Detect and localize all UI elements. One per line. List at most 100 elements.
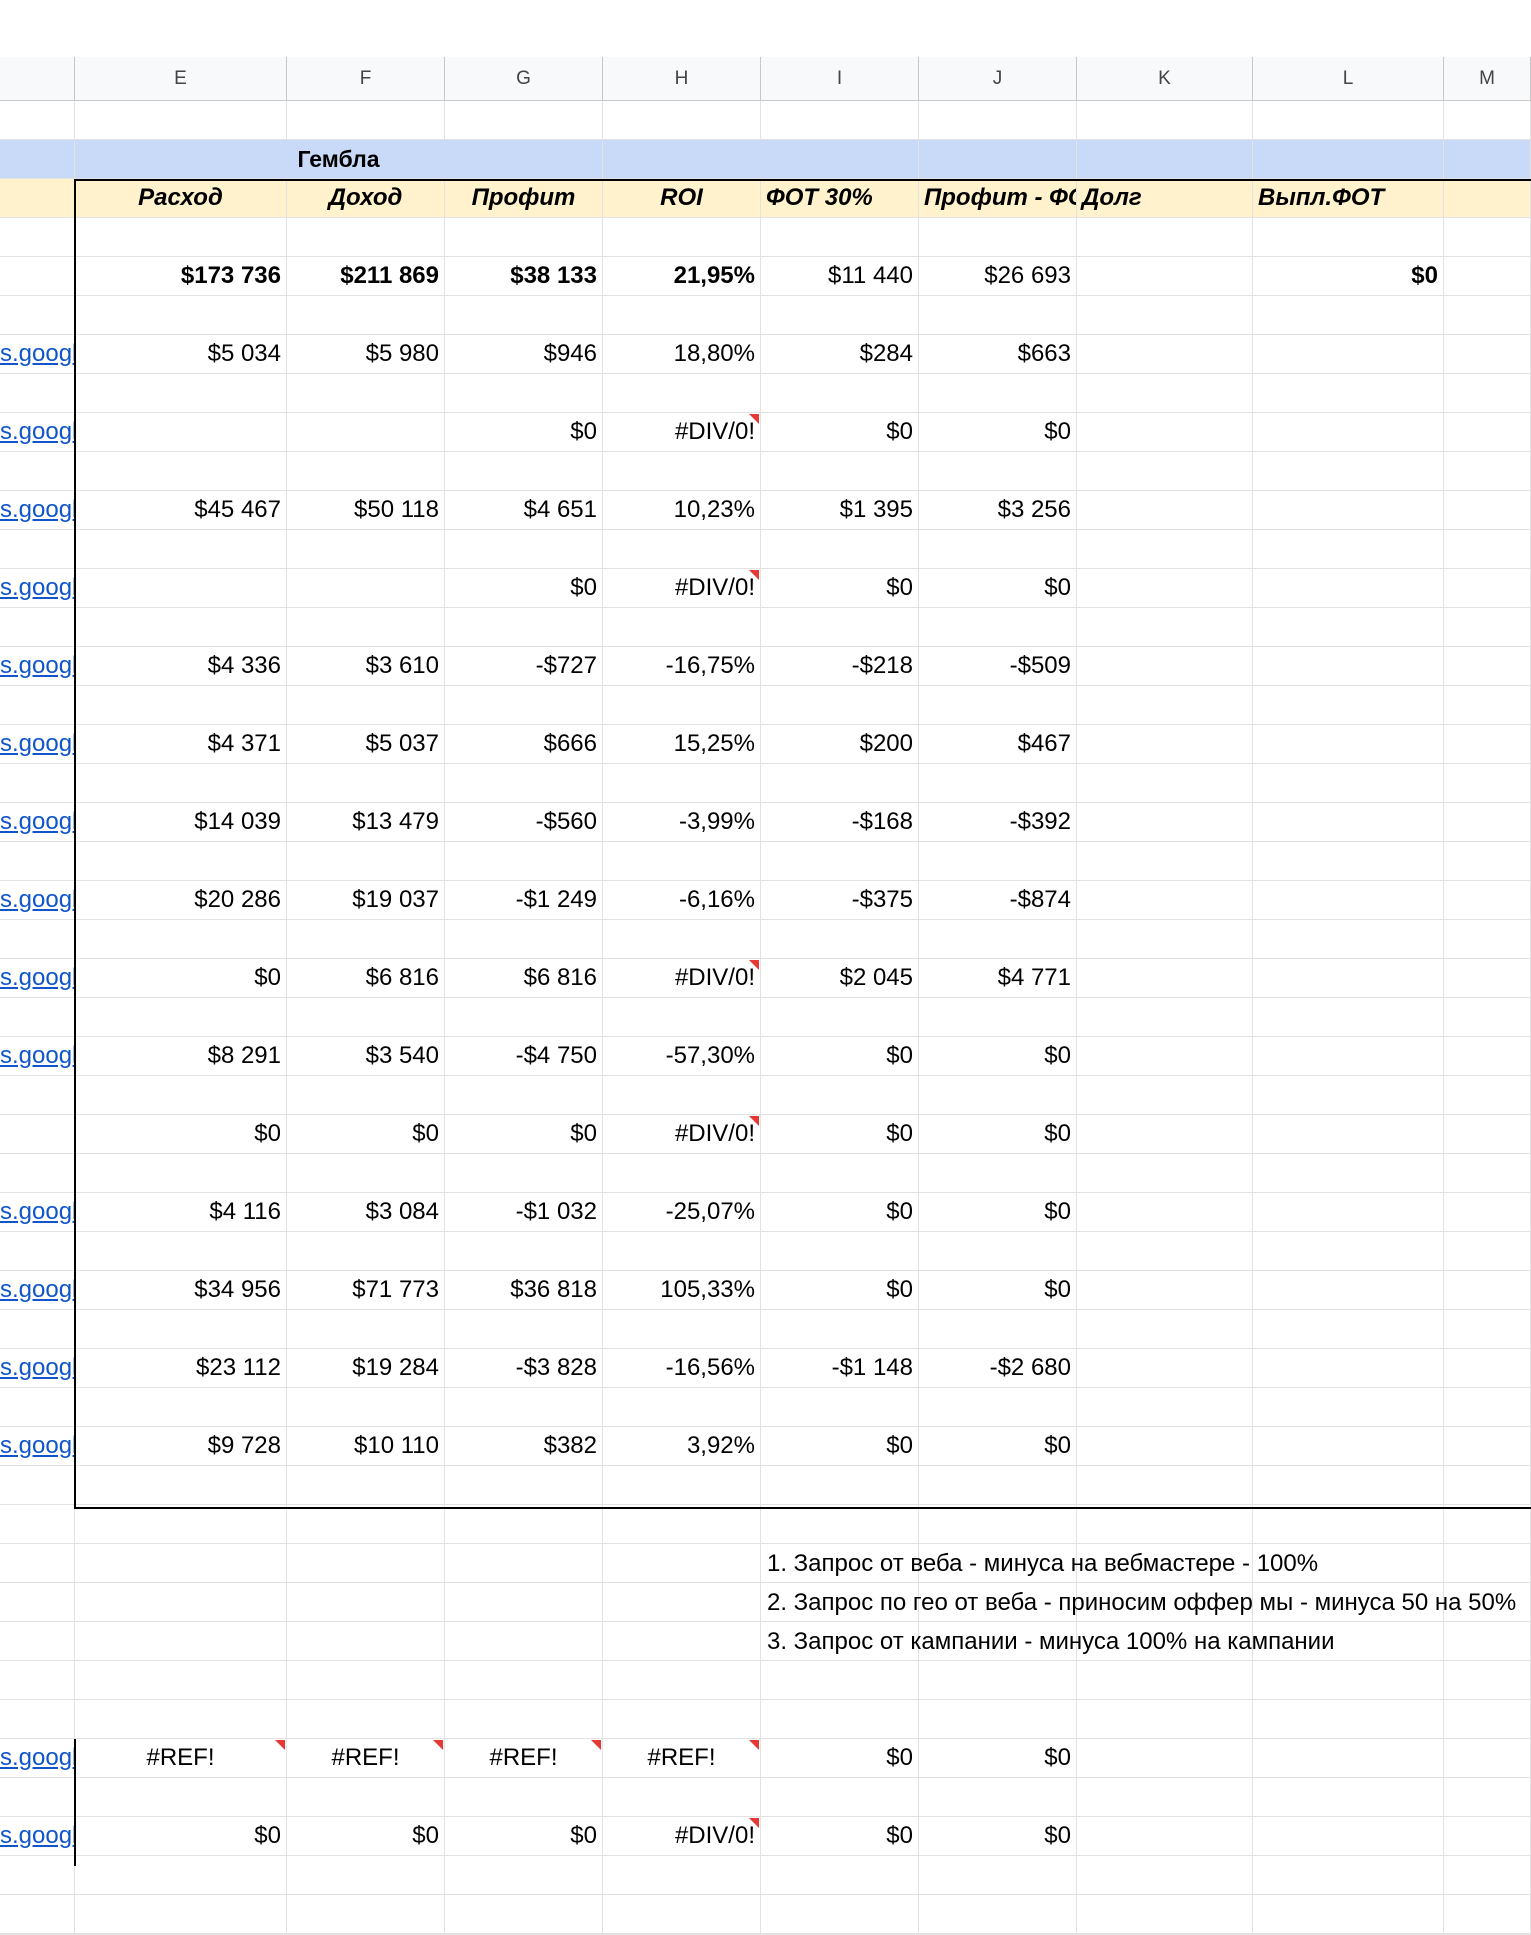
cell-empty[interactable] [1253, 920, 1444, 958]
cell-empty[interactable] [1253, 1115, 1444, 1153]
cell-roi[interactable]: #DIV/0! [603, 413, 761, 451]
cell-empty[interactable] [75, 1232, 287, 1270]
cell-empty[interactable] [761, 374, 919, 412]
cell-empty[interactable] [75, 1505, 287, 1543]
cell-expense[interactable] [75, 413, 287, 451]
cell-empty[interactable] [603, 101, 761, 139]
cell-income[interactable]: $6 816 [287, 959, 445, 997]
cell-roi[interactable]: #DIV/0! [603, 959, 761, 997]
cell-empty[interactable] [603, 608, 761, 646]
cell-empty[interactable] [603, 1778, 761, 1816]
cell-empty[interactable] [0, 920, 75, 958]
cell-expense[interactable]: $34 956 [75, 1271, 287, 1309]
cell-empty[interactable] [1444, 1700, 1531, 1738]
cell-empty[interactable] [287, 1154, 445, 1192]
cell-empty[interactable] [1444, 686, 1531, 724]
cell-empty[interactable] [287, 1544, 445, 1582]
cell-empty[interactable] [1077, 530, 1253, 568]
cell-empty[interactable] [919, 101, 1077, 139]
cell-empty[interactable] [1077, 1310, 1253, 1348]
cell-empty[interactable] [603, 1232, 761, 1270]
cell-fot[interactable]: -$1 148 [761, 1349, 919, 1387]
link-cell[interactable]: s.googl [0, 569, 75, 607]
cell-empty[interactable] [0, 1154, 75, 1192]
cell-empty[interactable] [1444, 1817, 1531, 1855]
cell-profit-minus-fot[interactable]: -$874 [919, 881, 1077, 919]
cell-empty[interactable] [1444, 1349, 1531, 1387]
cell-empty[interactable] [1077, 140, 1253, 178]
cell-profit-minus-fot[interactable]: $663 [919, 335, 1077, 373]
cell-empty[interactable] [1077, 998, 1253, 1036]
cell-profit-minus-fot[interactable]: $0 [919, 569, 1077, 607]
cell-empty[interactable] [1253, 1856, 1444, 1894]
cell-empty[interactable] [1077, 296, 1253, 334]
cell-profit[interactable]: $382 [445, 1427, 603, 1465]
cell-empty[interactable] [0, 1700, 75, 1738]
link-cell[interactable]: s.googl [0, 413, 75, 451]
cell-empty[interactable] [603, 686, 761, 724]
cell-roi[interactable]: 105,33% [603, 1271, 761, 1309]
cell-empty[interactable] [603, 920, 761, 958]
cell-empty[interactable] [75, 686, 287, 724]
cell-empty[interactable] [1077, 725, 1253, 763]
cell-empty[interactable] [603, 452, 761, 490]
cell-empty[interactable] [1253, 998, 1444, 1036]
cell-profit[interactable]: $4 651 [445, 491, 603, 529]
cell-empty[interactable] [1253, 1154, 1444, 1192]
cell-empty[interactable] [0, 140, 75, 178]
cell-empty[interactable] [1444, 1154, 1531, 1192]
cell-empty[interactable] [1444, 1505, 1531, 1543]
cell-empty[interactable] [0, 1466, 75, 1504]
cell-empty[interactable] [1077, 218, 1253, 256]
cell-empty[interactable] [287, 1661, 445, 1699]
cell-empty[interactable] [1077, 1154, 1253, 1192]
cell-empty[interactable] [1444, 569, 1531, 607]
cell-roi[interactable]: -16,75% [603, 647, 761, 685]
cell-empty[interactable] [603, 1505, 761, 1543]
cell-expense[interactable]: $20 286 [75, 881, 287, 919]
cell-empty[interactable] [287, 1895, 445, 1933]
cell-empty[interactable] [1253, 335, 1444, 373]
cell-empty[interactable] [1077, 1193, 1253, 1231]
cell-empty[interactable] [1444, 1076, 1531, 1114]
cell-empty[interactable] [1077, 842, 1253, 880]
cell-empty[interactable] [0, 452, 75, 490]
cell-empty[interactable] [1077, 1700, 1253, 1738]
cell-empty[interactable] [445, 920, 603, 958]
link-cell[interactable]: s.googl [0, 1349, 75, 1387]
cell-empty[interactable] [445, 686, 603, 724]
cell-empty[interactable] [1444, 998, 1531, 1036]
cell-empty[interactable] [287, 1778, 445, 1816]
cell-empty[interactable] [287, 1505, 445, 1543]
cell-fot[interactable]: -$375 [761, 881, 919, 919]
cell-empty[interactable] [919, 530, 1077, 568]
cell-profit[interactable]: $946 [445, 335, 603, 373]
cell-empty[interactable] [0, 1622, 75, 1660]
cell-roi[interactable]: #DIV/0! [603, 1115, 761, 1153]
cell-profit[interactable]: $36 818 [445, 1271, 603, 1309]
cell-empty[interactable] [1253, 1505, 1444, 1543]
cell-empty[interactable] [0, 842, 75, 880]
cell-empty[interactable] [445, 374, 603, 412]
link-cell[interactable]: s.googl [0, 1193, 75, 1231]
cell-empty[interactable] [919, 1778, 1077, 1816]
cell-empty[interactable] [287, 530, 445, 568]
cell-empty[interactable] [75, 764, 287, 802]
cell-empty[interactable] [603, 998, 761, 1036]
cell-empty[interactable] [1253, 1427, 1444, 1465]
cell-empty[interactable] [0, 296, 75, 334]
cell-empty[interactable] [1444, 179, 1531, 217]
cell-empty[interactable] [75, 1388, 287, 1426]
cell-income[interactable] [287, 569, 445, 607]
cell-empty[interactable] [919, 686, 1077, 724]
header-roi[interactable]: ROI [603, 179, 761, 217]
cell-empty[interactable] [603, 842, 761, 880]
cell-empty[interactable] [919, 140, 1077, 178]
cell-empty[interactable] [0, 1232, 75, 1270]
cell-income[interactable]: $10 110 [287, 1427, 445, 1465]
link-cell[interactable]: s.googl [0, 1817, 75, 1855]
cell-roi[interactable]: -25,07% [603, 1193, 761, 1231]
cell-empty[interactable] [287, 1856, 445, 1894]
cell-profit[interactable]: -$4 750 [445, 1037, 603, 1075]
cell-empty[interactable] [0, 998, 75, 1036]
